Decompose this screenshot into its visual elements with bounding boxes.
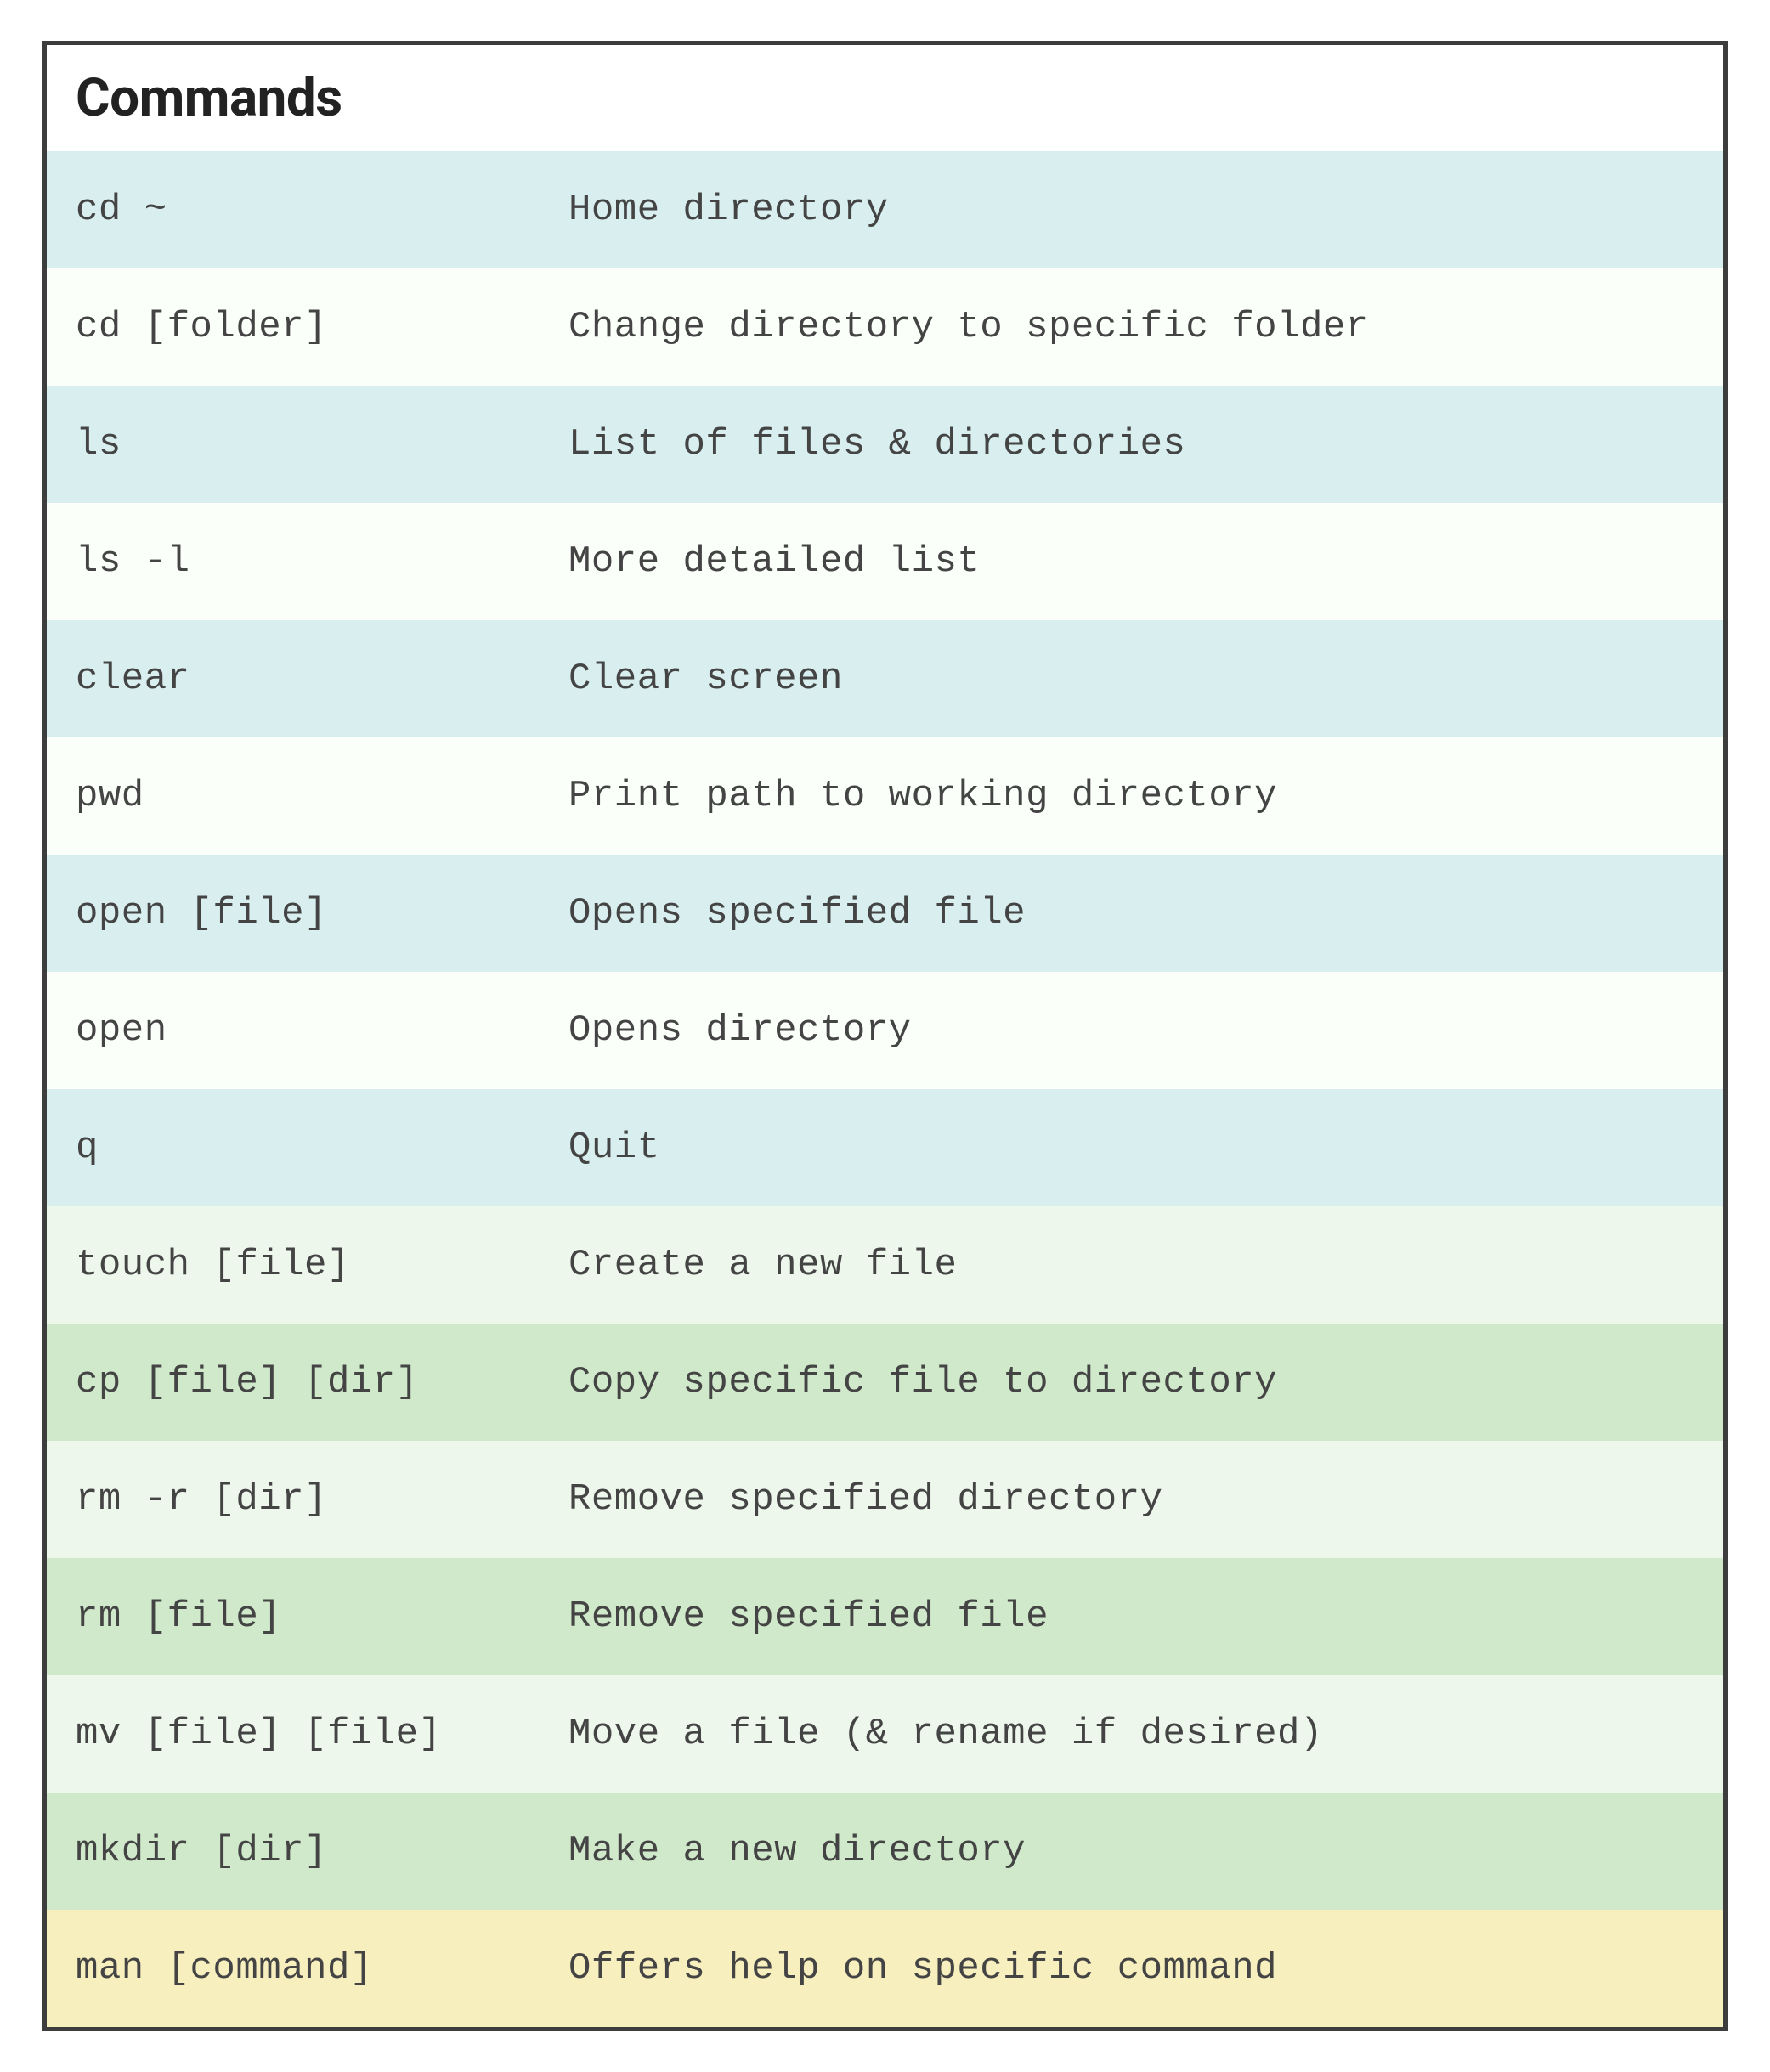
command-text: cd ~ xyxy=(76,189,568,231)
command-text: touch [file] xyxy=(76,1244,568,1286)
command-description: Offers help on specific command xyxy=(568,1947,1694,1990)
command-row: pwdPrint path to working directory xyxy=(47,737,1723,855)
command-description: Opens directory xyxy=(568,1009,1694,1052)
command-text: q xyxy=(76,1126,568,1169)
commands-panel: Commands cd ~Home directorycd [folder]Ch… xyxy=(42,41,1728,2031)
command-text: ls -l xyxy=(76,540,568,583)
command-row: openOpens directory xyxy=(47,972,1723,1089)
panel-title: Commands xyxy=(47,45,1723,151)
command-text: pwd xyxy=(76,775,568,817)
command-row: open [file]Opens specified file xyxy=(47,855,1723,972)
command-description: Move a file (& rename if desired) xyxy=(568,1713,1694,1755)
command-text: rm -r [dir] xyxy=(76,1478,568,1521)
command-description: Copy specific file to directory xyxy=(568,1361,1694,1403)
command-description: Print path to working directory xyxy=(568,775,1694,817)
command-row: lsList of files & directories xyxy=(47,386,1723,503)
command-description: Change directory to specific folder xyxy=(568,306,1694,348)
command-text: cp [file] [dir] xyxy=(76,1361,568,1403)
command-row: cp [file] [dir]Copy specific file to dir… xyxy=(47,1324,1723,1441)
command-description: Make a new directory xyxy=(568,1830,1694,1872)
command-description: Clear screen xyxy=(568,658,1694,700)
command-description: Create a new file xyxy=(568,1244,1694,1286)
command-description: List of files & directories xyxy=(568,423,1694,466)
command-row: touch [file]Create a new file xyxy=(47,1206,1723,1324)
command-description: Quit xyxy=(568,1126,1694,1169)
command-row: ls -lMore detailed list xyxy=(47,503,1723,620)
command-description: Home directory xyxy=(568,189,1694,231)
command-row: rm -r [dir]Remove specified directory xyxy=(47,1441,1723,1558)
command-row: man [command]Offers help on specific com… xyxy=(47,1910,1723,2027)
command-row: rm [file]Remove specified file xyxy=(47,1558,1723,1675)
command-row: mv [file] [file]Move a file (& rename if… xyxy=(47,1675,1723,1793)
command-text: cd [folder] xyxy=(76,306,568,348)
command-row: cd ~Home directory xyxy=(47,151,1723,268)
command-text: clear xyxy=(76,658,568,700)
command-row: cd [folder]Change directory to specific … xyxy=(47,268,1723,386)
command-text: ls xyxy=(76,423,568,466)
command-row: mkdir [dir]Make a new directory xyxy=(47,1793,1723,1910)
command-text: open xyxy=(76,1009,568,1052)
command-text: open [file] xyxy=(76,892,568,934)
command-description: Remove specified directory xyxy=(568,1478,1694,1521)
command-rows: cd ~Home directorycd [folder]Change dire… xyxy=(47,151,1723,2027)
command-description: Remove specified file xyxy=(568,1595,1694,1638)
command-text: mkdir [dir] xyxy=(76,1830,568,1872)
command-row: clearClear screen xyxy=(47,620,1723,737)
command-text: man [command] xyxy=(76,1947,568,1990)
command-text: rm [file] xyxy=(76,1595,568,1638)
command-description: More detailed list xyxy=(568,540,1694,583)
command-text: mv [file] [file] xyxy=(76,1713,568,1755)
command-description: Opens specified file xyxy=(568,892,1694,934)
page: Commands cd ~Home directorycd [folder]Ch… xyxy=(0,0,1770,2072)
command-row: qQuit xyxy=(47,1089,1723,1206)
